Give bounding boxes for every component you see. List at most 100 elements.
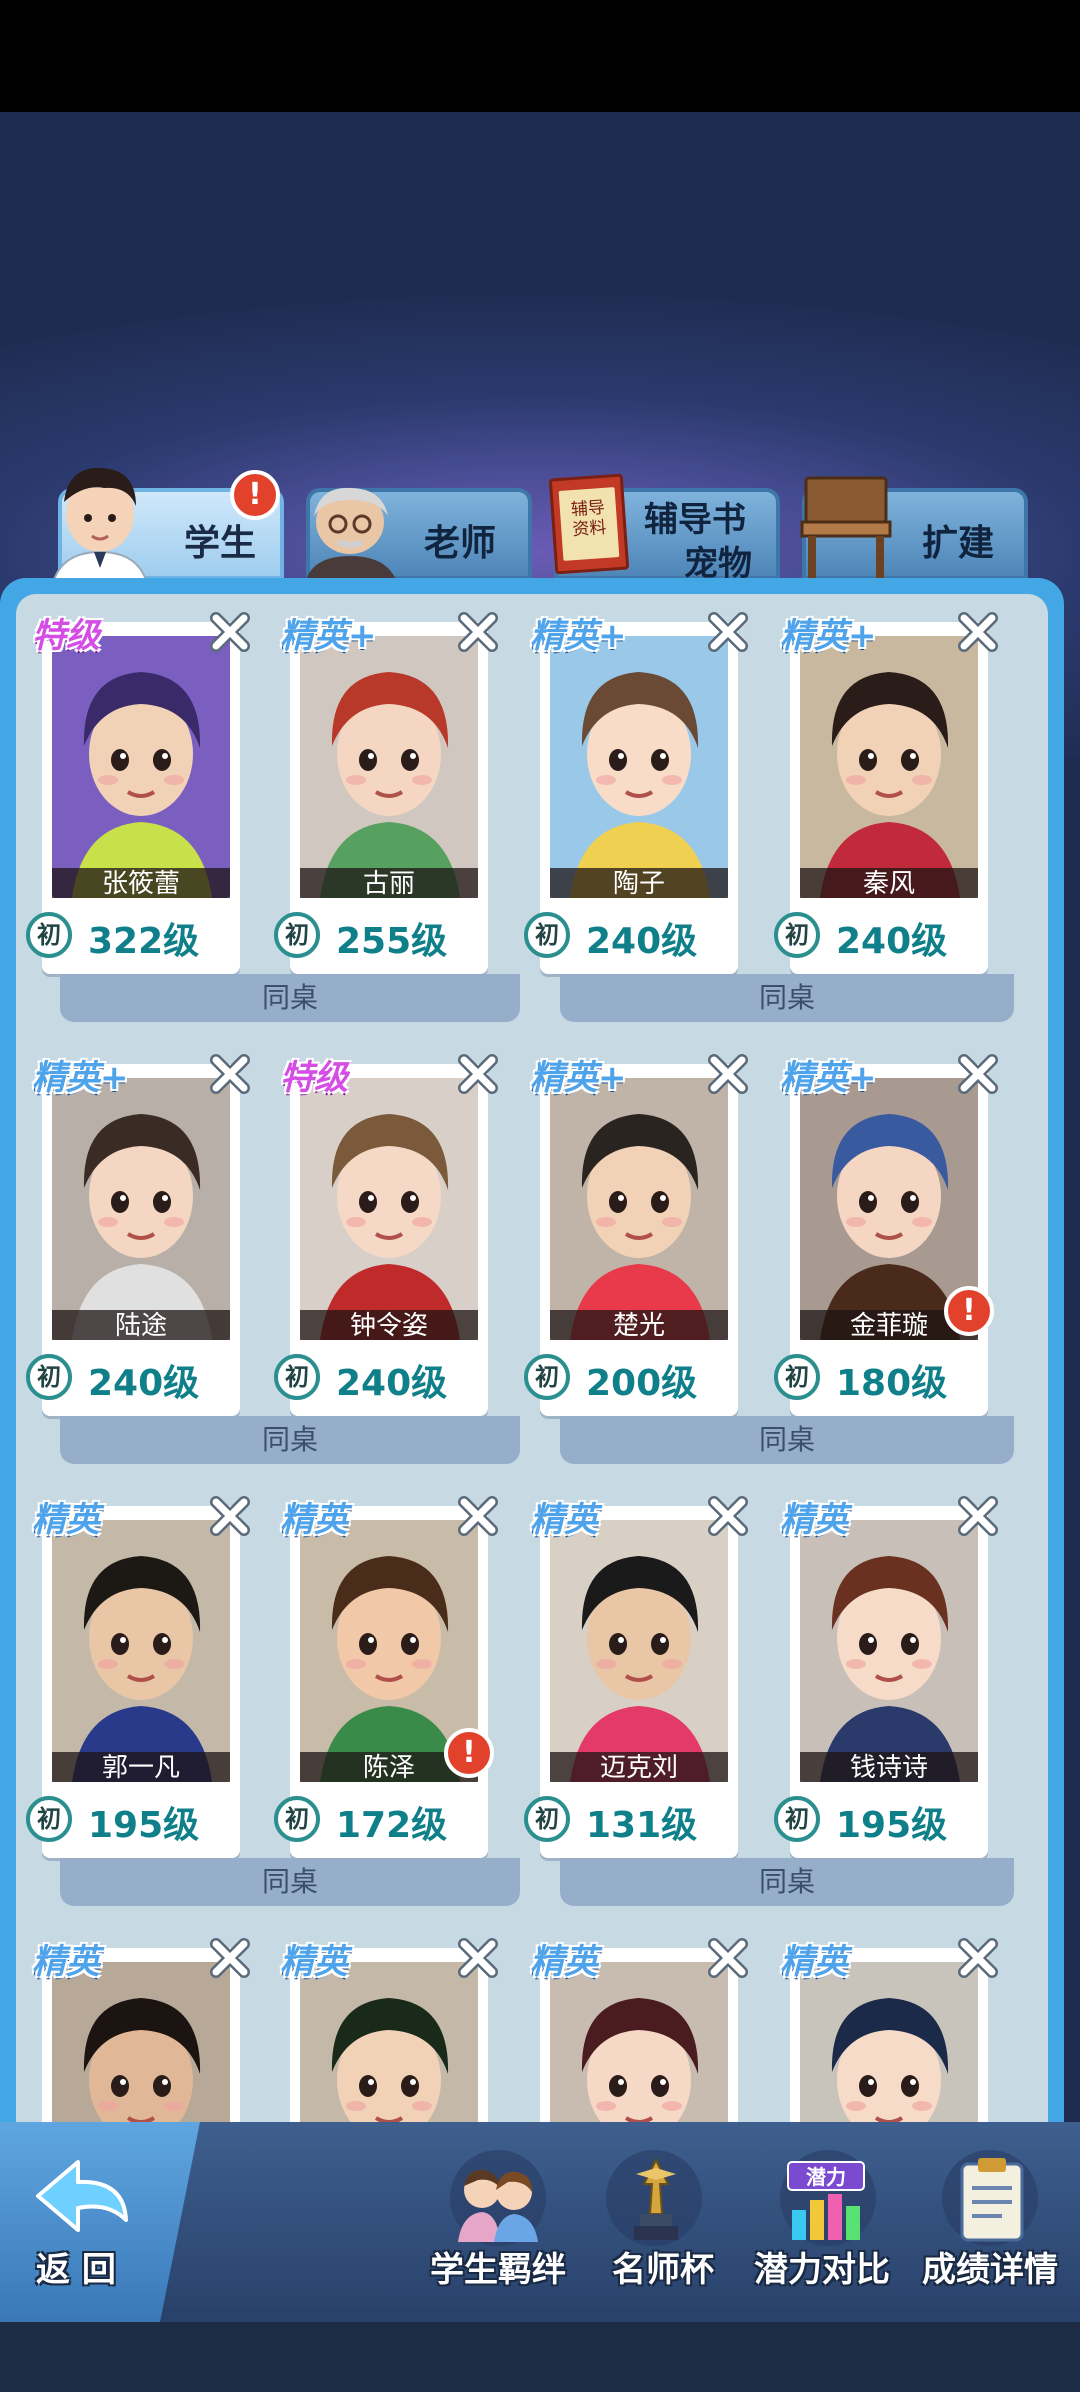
portrait-illustration <box>300 636 478 898</box>
portrait-illustration <box>550 1520 728 1782</box>
student-card[interactable]: 精英 郭一凡初 195级 <box>26 1496 250 1858</box>
student-grid[interactable]: 特级 张筱蕾初 322级 精英+ 古丽初 255级 精英+ 陶子初 240级 精英+ 秦风初 240级… <box>16 594 1048 2154</box>
student-card[interactable]: 精英+ 陆途初 240级 <box>26 1054 250 1416</box>
deskmate-bar[interactable]: 同桌 <box>60 1416 520 1464</box>
tab-books-label: 辅导书 <box>644 500 746 540</box>
rank-label: 精英 <box>780 1500 848 1540</box>
rank-label: 精英+ <box>530 1058 627 1098</box>
student-portrait <box>52 1078 230 1340</box>
portrait-illustration <box>52 1520 230 1782</box>
student-level: 172级 <box>336 1805 448 1846</box>
student-card[interactable]: 特级 张筱蕾初 322级 <box>26 612 250 974</box>
remove-student-icon[interactable] <box>206 1492 254 1540</box>
remove-student-icon[interactable] <box>954 1492 1002 1540</box>
potential-compare-label: 潜力对比 <box>754 2250 890 2290</box>
potential-compare-button[interactable]: 潜力 潜力对比 <box>754 2150 906 2300</box>
rank-label: 精英 <box>280 1942 348 1982</box>
rank-label: 精英 <box>280 1500 348 1540</box>
student-level: 200级 <box>586 1363 698 1404</box>
rank-label: 精英+ <box>280 616 377 656</box>
grade-badge: 初 <box>26 912 72 958</box>
remove-student-icon[interactable] <box>454 608 502 656</box>
students-bond-icon <box>458 2169 538 2242</box>
portrait-illustration <box>300 1078 478 1340</box>
deskmate-bar[interactable]: 同桌 <box>560 974 1014 1022</box>
rank-label: 精英+ <box>780 1058 877 1098</box>
student-name: 钱诗诗 <box>800 1752 978 1783</box>
remove-student-icon[interactable] <box>206 1934 254 1982</box>
back-arrow-icon <box>36 2160 128 2232</box>
student-name: 陆途 <box>52 1310 230 1341</box>
student-level: 195级 <box>836 1805 948 1846</box>
student-name: 张筱蕾 <box>52 868 230 899</box>
grade-badge: 初 <box>524 912 570 958</box>
tab-students-label: 学生 <box>184 523 257 564</box>
portrait-illustration <box>52 1078 230 1340</box>
potential-chart-icon: 潜力 <box>787 2161 865 2240</box>
remove-student-icon[interactable] <box>454 1050 502 1098</box>
rank-label: 精英 <box>530 1500 598 1540</box>
student-card[interactable]: 精英+ 陶子初 240级 <box>524 612 748 974</box>
student-name: 钟令姿 <box>300 1310 478 1341</box>
portrait-illustration <box>800 636 978 898</box>
grade-badge: 初 <box>274 1796 320 1842</box>
remove-student-icon[interactable] <box>206 608 254 656</box>
grade-badge: 初 <box>774 912 820 958</box>
grade-badge: 初 <box>524 1354 570 1400</box>
student-alert-badge: ! <box>444 1728 494 1778</box>
student-name: 古丽 <box>300 868 478 899</box>
book-icon-text-2: 资料 <box>571 517 608 541</box>
student-level: 180级 <box>836 1363 948 1404</box>
grade-badge: 初 <box>26 1354 72 1400</box>
remove-student-icon[interactable] <box>704 608 752 656</box>
deskmate-bar[interactable]: 同桌 <box>560 1416 1014 1464</box>
student-portrait <box>550 1078 728 1340</box>
back-button[interactable]: 返 回 <box>28 2150 168 2300</box>
student-level: 240级 <box>586 921 698 962</box>
book-icon: 辅导 资料 <box>548 473 630 575</box>
portrait-illustration <box>550 1078 728 1340</box>
remove-student-icon[interactable] <box>454 1492 502 1540</box>
student-card[interactable]: 精英+ 秦风初 240级 <box>774 612 998 974</box>
portrait-illustration <box>550 636 728 898</box>
student-portrait <box>800 636 978 898</box>
remove-student-icon[interactable] <box>954 1050 1002 1098</box>
grade-badge: 初 <box>774 1354 820 1400</box>
remove-student-icon[interactable] <box>704 1050 752 1098</box>
student-card[interactable]: 精英 迈克刘初 131级 <box>524 1496 748 1858</box>
student-portrait <box>300 636 478 898</box>
deskmate-bar[interactable]: 同桌 <box>60 1858 520 1906</box>
bottom-strip <box>0 2322 1080 2392</box>
deskmate-bar[interactable]: 同桌 <box>560 1858 1014 1906</box>
deskmate-bar[interactable]: 同桌 <box>60 974 520 1022</box>
student-card[interactable]: 精英+ 楚光初 200级 <box>524 1054 748 1416</box>
student-level: 240级 <box>836 921 948 962</box>
remove-student-icon[interactable] <box>954 608 1002 656</box>
trophy-icon <box>634 2157 678 2240</box>
remove-student-icon[interactable] <box>206 1050 254 1098</box>
famous-teacher-cup-button[interactable]: 名师杯 <box>604 2150 724 2300</box>
student-card[interactable]: 精英+ 古丽初 255级 <box>274 612 498 974</box>
student-card[interactable]: 精英+ 金菲璇初 180级! <box>774 1054 998 1416</box>
student-level: 240级 <box>88 1363 200 1404</box>
students-bond-button[interactable]: 学生羁绊 <box>430 2150 580 2300</box>
tab-teachers-label: 老师 <box>424 523 497 564</box>
student-card[interactable]: 精英 陈泽初 172级! <box>274 1496 498 1858</box>
remove-student-icon[interactable] <box>454 1934 502 1982</box>
rank-label: 精英+ <box>780 616 877 656</box>
student-card[interactable]: 精英 钱诗诗初 195级 <box>774 1496 998 1858</box>
score-details-button[interactable]: 成绩详情 <box>922 2150 1074 2300</box>
remove-student-icon[interactable] <box>704 1934 752 1982</box>
remove-student-icon[interactable] <box>704 1492 752 1540</box>
remove-student-icon[interactable] <box>954 1934 1002 1982</box>
potential-icon-text: 潜力 <box>806 2165 846 2189</box>
rank-label: 精英+ <box>32 1058 129 1098</box>
famous-teacher-cup-label: 名师杯 <box>612 2250 714 2290</box>
report-clipboard-icon <box>960 2158 1024 2242</box>
portrait-illustration <box>800 1520 978 1782</box>
desk-icon <box>800 476 892 578</box>
score-details-label: 成绩详情 <box>922 2250 1058 2290</box>
student-card[interactable]: 特级 钟令姿初 240级 <box>274 1054 498 1416</box>
back-label: 返 回 <box>36 2250 116 2290</box>
rank-label: 精英 <box>32 1500 100 1540</box>
